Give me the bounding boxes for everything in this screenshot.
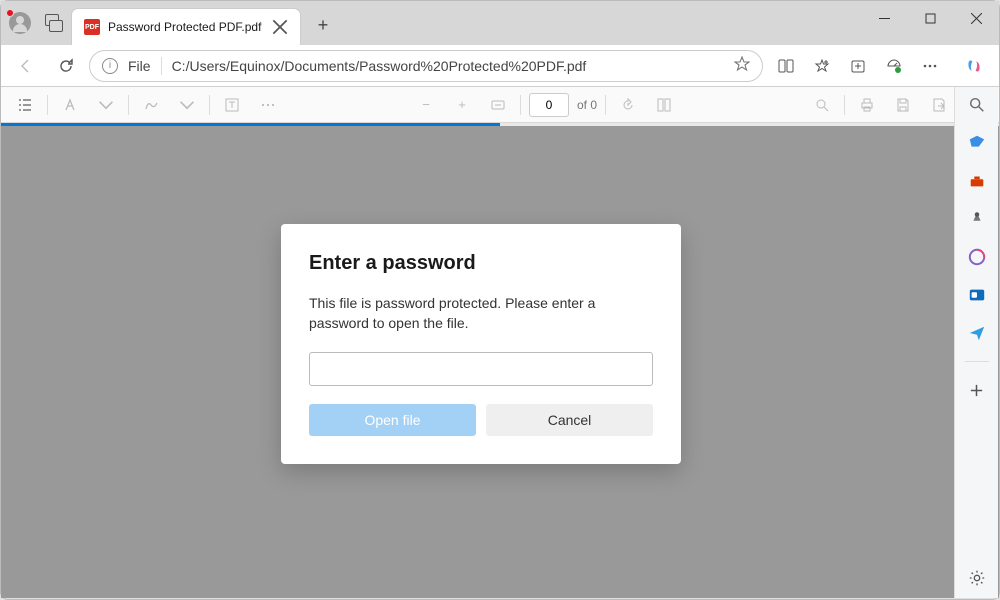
m365-icon[interactable] — [967, 247, 987, 267]
separator — [965, 361, 989, 362]
fit-page-icon[interactable] — [484, 91, 512, 119]
find-icon[interactable] — [808, 91, 836, 119]
window-maximize-button[interactable] — [907, 1, 953, 35]
settings-gear-icon[interactable] — [967, 568, 987, 588]
separator — [209, 95, 210, 115]
page-total-label: of 0 — [577, 98, 597, 112]
password-input[interactable] — [309, 352, 653, 386]
rotate-icon[interactable] — [614, 91, 642, 119]
page-number-input[interactable] — [529, 93, 569, 117]
performance-icon[interactable] — [877, 49, 911, 83]
browser-tab[interactable]: PDF Password Protected PDF.pdf — [71, 8, 301, 45]
separator — [47, 95, 48, 115]
address-input[interactable]: i File C:/Users/Equinox/Documents/Passwo… — [89, 50, 763, 82]
more-tools-icon[interactable] — [254, 91, 282, 119]
dialog-title: Enter a password — [309, 252, 653, 275]
pdf-viewer: Enter a password This file is password p… — [1, 126, 999, 598]
more-menu-icon[interactable] — [913, 49, 947, 83]
save-icon[interactable] — [889, 91, 917, 119]
separator — [520, 95, 521, 115]
pdf-file-icon: PDF — [84, 19, 100, 35]
send-icon[interactable] — [967, 323, 987, 343]
contents-icon[interactable] — [11, 91, 39, 119]
titlebar: PDF Password Protected PDF.pdf + — [1, 1, 999, 45]
copilot-icon[interactable] — [957, 49, 991, 83]
workspaces-icon[interactable] — [45, 14, 63, 32]
site-info-icon[interactable]: i — [102, 58, 118, 74]
url-path: C:/Users/Equinox/Documents/Password%20Pr… — [172, 58, 724, 74]
open-file-button[interactable]: Open file — [309, 404, 476, 436]
pdf-toolbar: − + of 0 — [1, 87, 999, 123]
page-view-icon[interactable] — [650, 91, 678, 119]
print-icon[interactable] — [853, 91, 881, 119]
window-minimize-button[interactable] — [861, 1, 907, 35]
tab-close-icon[interactable] — [272, 19, 288, 35]
nav-refresh-button[interactable] — [49, 49, 83, 83]
tab-title: Password Protected PDF.pdf — [108, 20, 264, 34]
chevron-down-icon[interactable] — [173, 91, 201, 119]
tools-icon[interactable] — [967, 171, 987, 191]
separator — [128, 95, 129, 115]
cancel-button[interactable]: Cancel — [486, 404, 653, 436]
chevron-down-icon[interactable] — [92, 91, 120, 119]
games-icon[interactable] — [967, 209, 987, 229]
profile-icon[interactable] — [9, 12, 31, 34]
url-scheme-label: File — [128, 58, 151, 74]
highlight-icon[interactable] — [56, 91, 84, 119]
dialog-body: This file is password protected. Please … — [309, 293, 653, 334]
window-close-button[interactable] — [953, 1, 999, 35]
search-icon[interactable] — [967, 95, 987, 115]
outlook-icon[interactable] — [967, 285, 987, 305]
collections-icon[interactable] — [841, 49, 875, 83]
new-tab-button[interactable]: + — [307, 9, 339, 41]
separator — [844, 95, 845, 115]
separator — [161, 57, 162, 75]
nav-back-button[interactable] — [9, 49, 43, 83]
add-sidebar-icon[interactable] — [967, 380, 987, 400]
split-screen-icon[interactable] — [769, 49, 803, 83]
shopping-tag-icon[interactable] — [967, 133, 987, 153]
address-bar: i File C:/Users/Equinox/Documents/Passwo… — [1, 45, 999, 87]
text-icon[interactable] — [218, 91, 246, 119]
zoom-in-icon[interactable]: + — [448, 91, 476, 119]
zoom-out-icon[interactable]: − — [412, 91, 440, 119]
draw-icon[interactable] — [137, 91, 165, 119]
favorites-icon[interactable] — [805, 49, 839, 83]
edge-sidebar — [954, 87, 998, 598]
separator — [605, 95, 606, 115]
save-as-icon[interactable] — [925, 91, 953, 119]
password-dialog: Enter a password This file is password p… — [281, 224, 681, 464]
favorite-icon[interactable] — [734, 56, 750, 75]
